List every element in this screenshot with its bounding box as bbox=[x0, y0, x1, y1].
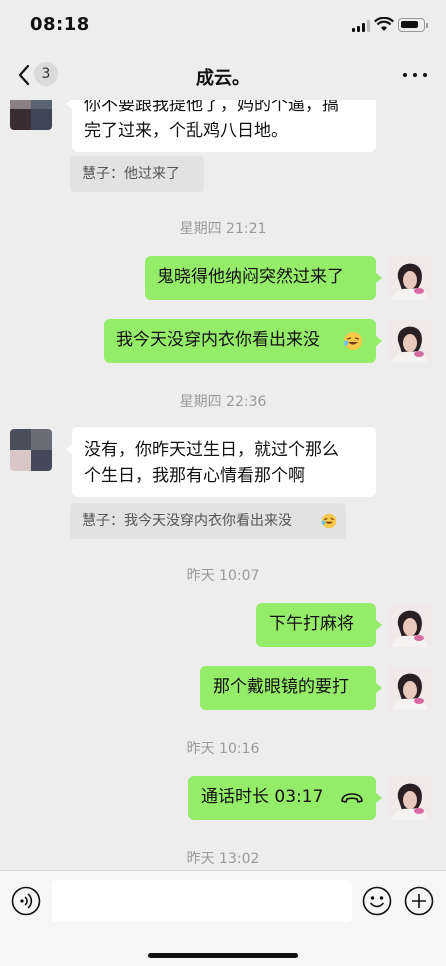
timestamp: 昨天 10:16 bbox=[186, 741, 260, 757]
quoted-message[interactable]: 慧子：我今天没穿内衣你看出来没 bbox=[70, 503, 346, 539]
message-text: 下午打麻将 bbox=[269, 614, 354, 634]
message-bubble-outgoing[interactable]: 下午打麻将 bbox=[256, 603, 382, 647]
message-text-line: 没有，你昨天过生日，就过个那么 bbox=[84, 440, 339, 460]
my-avatar[interactable] bbox=[388, 666, 432, 710]
my-avatar[interactable] bbox=[388, 256, 432, 300]
status-bar: 08:18 bbox=[0, 0, 446, 50]
contact-avatar[interactable] bbox=[10, 100, 52, 130]
plus-icon[interactable] bbox=[404, 886, 434, 916]
message-bubble-outgoing[interactable]: 鬼晓得他纳闷突然过来了 bbox=[145, 256, 382, 300]
timestamp: 星期四 22:36 bbox=[179, 394, 267, 410]
chat-title[interactable]: 成云。 bbox=[0, 64, 446, 90]
home-indicator[interactable] bbox=[148, 953, 298, 958]
message-bubble-outgoing[interactable]: 那个戴眼镜的要打 bbox=[200, 666, 382, 710]
input-bar bbox=[0, 870, 446, 966]
signal-icon bbox=[352, 20, 370, 32]
message-input[interactable] bbox=[52, 880, 352, 922]
wifi-icon bbox=[374, 17, 394, 31]
timestamp: 昨天 10:07 bbox=[186, 568, 260, 584]
more-dots-icon[interactable] bbox=[400, 64, 430, 84]
message-text: 鬼晓得他纳闷突然过来了 bbox=[157, 267, 344, 287]
message-bubble-outgoing[interactable]: 我今天没穿内衣你看出来没 bbox=[104, 319, 382, 363]
call-record-bubble[interactable]: 通话时长 03:17 bbox=[188, 776, 382, 820]
message-text-line: 个生日，我那有心情看那个啊 bbox=[84, 466, 305, 486]
message-text: 我今天没穿内衣你看出来没 bbox=[116, 330, 320, 350]
quoted-message[interactable]: 慧子：他过来了 bbox=[70, 156, 204, 192]
message-text-line: 完了过来，个乱鸡八日地。 bbox=[84, 121, 288, 141]
status-time: 08:18 bbox=[30, 14, 90, 35]
message-bubble-incoming[interactable]: 没有，你昨天过生日，就过个那么 个生日，我那有心情看那个啊 bbox=[66, 427, 376, 497]
message-list[interactable]: 你不要跟我提他了，妈的个逼，搞 完了过来，个乱鸡八日地。 慧子：他过来了 星期四… bbox=[0, 100, 446, 870]
call-duration-text: 通话时长 03:17 bbox=[201, 787, 324, 807]
chat-header: 3 成云。 bbox=[0, 50, 446, 100]
laugh-cry-emoji-icon bbox=[344, 332, 362, 350]
battery-icon bbox=[398, 18, 425, 32]
contact-avatar[interactable] bbox=[10, 429, 52, 471]
my-avatar[interactable] bbox=[388, 603, 432, 647]
phone-icon bbox=[341, 793, 363, 803]
battery-level bbox=[401, 21, 418, 28]
message-text-line: 你不要跟我提他了，妈的个逼，搞 bbox=[84, 100, 339, 115]
quoted-text: 慧子：我今天没穿内衣你看出来没 bbox=[82, 513, 292, 529]
timestamp: 昨天 13:02 bbox=[186, 851, 260, 867]
my-avatar[interactable] bbox=[388, 319, 432, 363]
emoji-icon[interactable] bbox=[362, 886, 392, 916]
timestamp: 星期四 21:21 bbox=[179, 221, 267, 237]
quoted-text: 慧子：他过来了 bbox=[82, 166, 180, 182]
message-text: 那个戴眼镜的要打 bbox=[213, 677, 349, 697]
voice-icon[interactable] bbox=[11, 886, 41, 916]
my-avatar[interactable] bbox=[388, 776, 432, 820]
laugh-cry-emoji-icon bbox=[321, 513, 337, 529]
message-bubble-incoming[interactable]: 你不要跟我提他了，妈的个逼，搞 完了过来，个乱鸡八日地。 bbox=[66, 100, 376, 152]
